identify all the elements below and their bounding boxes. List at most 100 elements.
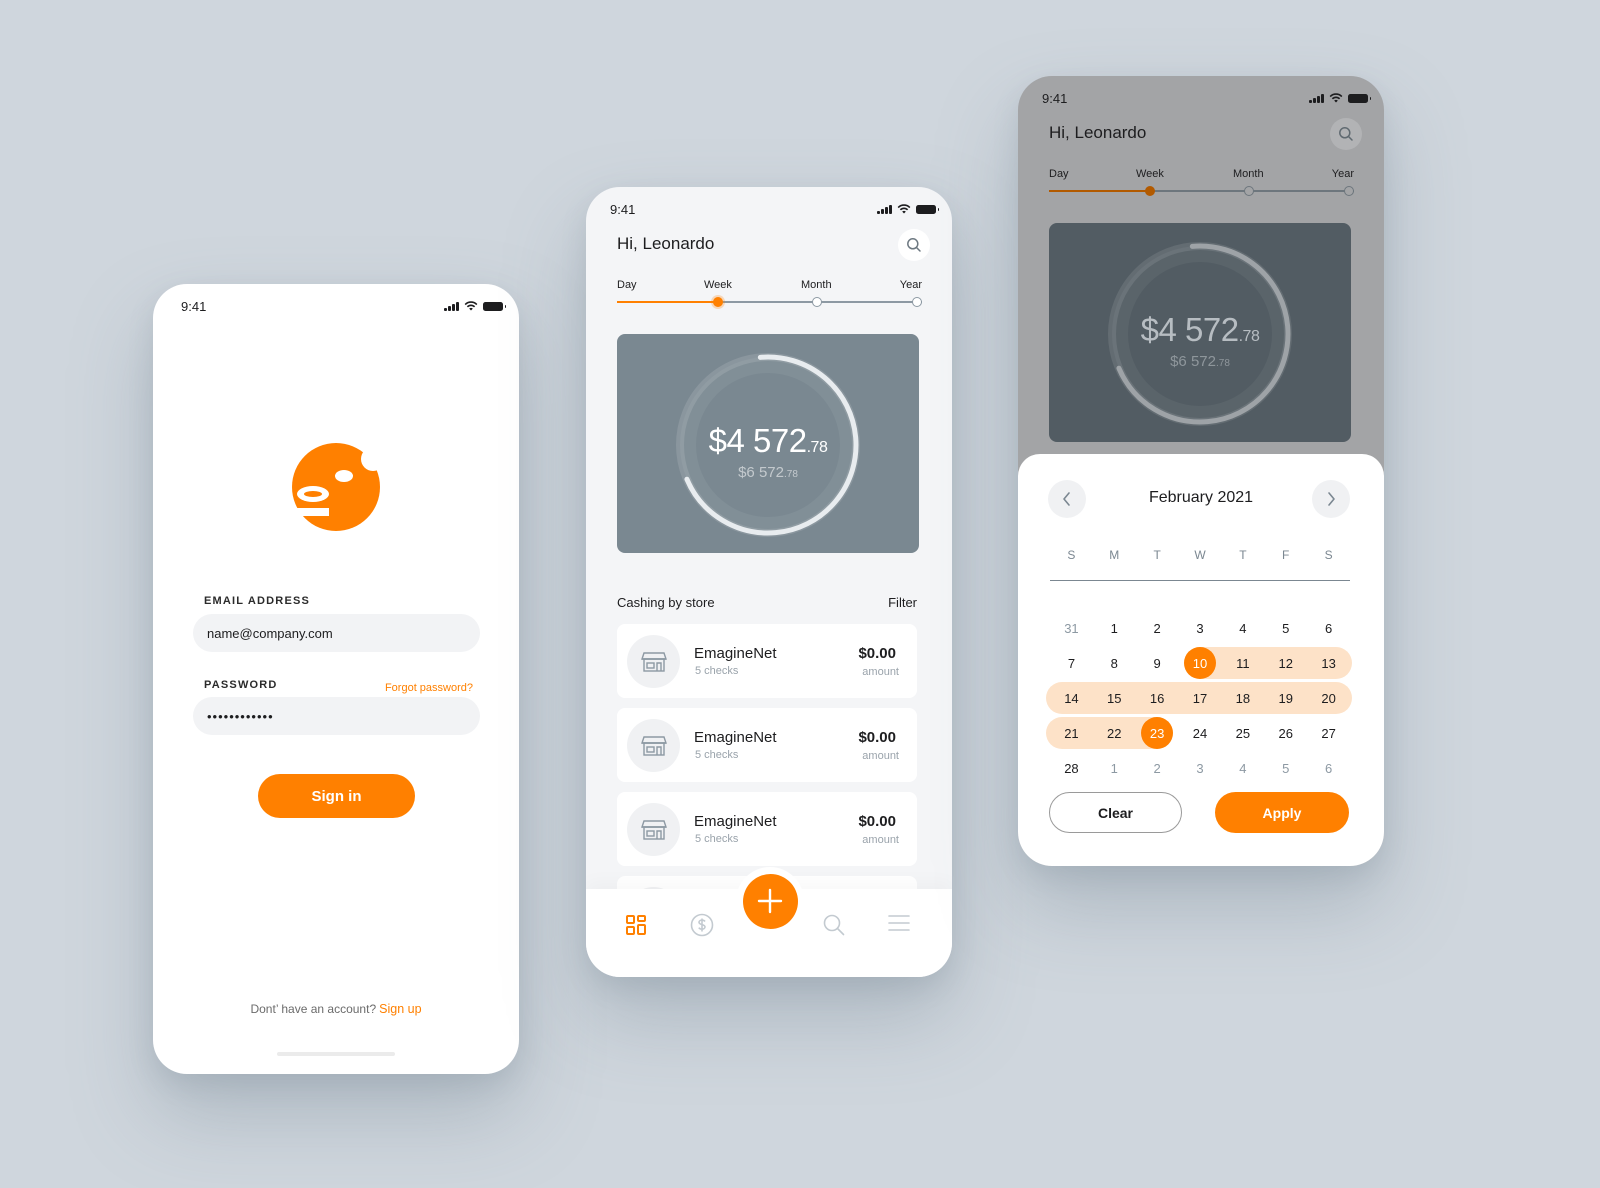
calendar-day[interactable]: 20	[1307, 682, 1350, 714]
login-screen: 9:41 EMAIL ADDRESS PASSWORD Forgot passw…	[153, 284, 519, 1074]
brand-logo	[291, 443, 381, 531]
calendar-day[interactable]: 1	[1093, 612, 1136, 644]
sign-up-link[interactable]: Sign up	[379, 1002, 421, 1016]
period-day[interactable]: Day	[617, 279, 637, 291]
calendar-day[interactable]: 7	[1050, 647, 1093, 679]
calendar-day[interactable]: 25	[1221, 717, 1264, 749]
store-card[interactable]: EmagineNet 5 checks $0.00 amount	[617, 792, 917, 866]
calendar-day[interactable]: 3	[1179, 752, 1222, 784]
calendar-day-selected[interactable]: 23	[1136, 717, 1179, 749]
email-field[interactable]	[193, 614, 480, 652]
period-year[interactable]: Year	[900, 279, 922, 291]
add-button[interactable]	[742, 873, 798, 929]
calendar-day[interactable]: 5	[1264, 612, 1307, 644]
next-month-button[interactable]	[1312, 480, 1350, 518]
apply-button[interactable]: Apply	[1215, 792, 1349, 833]
period-month[interactable]: Month	[1233, 168, 1264, 180]
calendar-day[interactable]: 19	[1264, 682, 1307, 714]
total-amount-whole: $6 572	[1170, 353, 1216, 370]
store-name: EmagineNet	[694, 645, 777, 662]
clear-button[interactable]: Clear	[1049, 792, 1182, 833]
calendar-day-number: 2	[1153, 620, 1161, 636]
signup-prompt-text: Dont’ have an account?	[250, 1002, 377, 1016]
email-label: EMAIL ADDRESS	[204, 595, 311, 607]
calendar-day[interactable]: 9	[1136, 647, 1179, 679]
calendar-day[interactable]: 4	[1221, 752, 1264, 784]
summary-card: $4 572.78 $6 572.78	[617, 334, 919, 553]
calendar-week-row: 14 15 16 17 18 19 20	[1050, 682, 1350, 714]
calendar-day[interactable]: 16	[1136, 682, 1179, 714]
calendar-day[interactable]: 24	[1179, 717, 1222, 749]
cellular-signal-icon	[444, 301, 459, 311]
calendar-day-number: 7	[1067, 655, 1076, 671]
period-dot-week[interactable]	[713, 297, 723, 307]
nav-payments[interactable]	[690, 913, 714, 937]
status-time: 9:41	[610, 201, 636, 217]
store-card[interactable]: EmagineNet 5 checks $0.00 amount	[617, 708, 917, 782]
sign-in-button[interactable]: Sign in	[258, 774, 415, 818]
calendar-day[interactable]: 3	[1179, 612, 1222, 644]
calendar-day[interactable]: 11	[1221, 647, 1264, 679]
period-year[interactable]: Year	[1332, 168, 1354, 180]
period-dot-month[interactable]	[1244, 186, 1254, 196]
store-checks: 5 checks	[695, 665, 739, 677]
calendar-day[interactable]: 22	[1093, 717, 1136, 749]
period-month[interactable]: Month	[801, 279, 832, 291]
search-button[interactable]	[1330, 118, 1362, 150]
period-day[interactable]: Day	[1049, 168, 1069, 180]
calendar-day[interactable]: 2	[1136, 752, 1179, 784]
calendar-day-number: 6	[1324, 620, 1333, 636]
calendar-day[interactable]: 26	[1264, 717, 1307, 749]
period-dot-week[interactable]	[1145, 186, 1155, 196]
wifi-icon	[464, 301, 478, 311]
store-icon	[640, 819, 667, 840]
store-icon	[640, 735, 667, 756]
period-week[interactable]: Week	[704, 279, 732, 291]
weekday-label: S	[1067, 548, 1076, 562]
calendar-day-number: 13	[1321, 655, 1336, 671]
store-amount-label: amount	[862, 666, 899, 678]
battery-icon	[916, 204, 939, 214]
calendar-day[interactable]: 27	[1307, 717, 1350, 749]
calendar-day[interactable]: 6	[1307, 752, 1350, 784]
search-icon	[823, 914, 845, 936]
period-dot-year[interactable]	[1344, 186, 1354, 196]
calendar-day[interactable]: 4	[1221, 612, 1264, 644]
period-selector: Day Week Month Year	[1049, 168, 1354, 204]
calendar-day[interactable]: 17	[1179, 682, 1222, 714]
nav-search[interactable]	[822, 913, 846, 937]
search-button[interactable]	[898, 229, 930, 261]
password-field[interactable]	[193, 697, 480, 735]
chevron-right-icon	[1328, 492, 1335, 506]
calendar-day[interactable]: 13	[1307, 647, 1350, 679]
total-amount: $6 572.78	[617, 464, 919, 481]
calendar-day[interactable]: 1	[1093, 752, 1136, 784]
calendar-day[interactable]: 28	[1050, 752, 1093, 784]
greeting: Hi, Leonardo	[1049, 123, 1147, 142]
forgot-password-link[interactable]: Forgot password?	[385, 682, 473, 694]
calendar-day[interactable]: 8	[1093, 647, 1136, 679]
filter-button[interactable]: Filter	[888, 595, 917, 610]
calendar-day[interactable]: 15	[1093, 682, 1136, 714]
store-amount-label: amount	[862, 834, 899, 846]
calendar-day-selected[interactable]: 10	[1179, 647, 1222, 679]
nav-dashboard[interactable]	[624, 913, 648, 937]
period-week[interactable]: Week	[1136, 168, 1164, 180]
cellular-signal-icon	[1309, 93, 1324, 103]
calendar-day[interactable]: 2	[1136, 612, 1179, 644]
battery-icon	[483, 301, 506, 311]
store-icon-wrap	[627, 635, 680, 688]
calendar-day[interactable]: 6	[1307, 612, 1350, 644]
menu-icon	[888, 915, 910, 931]
calendar-day[interactable]: 12	[1264, 647, 1307, 679]
calendar-day[interactable]: 5	[1264, 752, 1307, 784]
store-card[interactable]: EmagineNet 5 checks $0.00 amount	[617, 624, 917, 698]
calendar-day[interactable]: 18	[1221, 682, 1264, 714]
fab-container	[736, 867, 804, 935]
calendar-day[interactable]: 31	[1050, 612, 1093, 644]
period-dot-month[interactable]	[812, 297, 822, 307]
period-dot-year[interactable]	[912, 297, 922, 307]
calendar-day[interactable]: 21	[1050, 717, 1093, 749]
nav-menu[interactable]	[887, 911, 911, 935]
calendar-day[interactable]: 14	[1050, 682, 1093, 714]
